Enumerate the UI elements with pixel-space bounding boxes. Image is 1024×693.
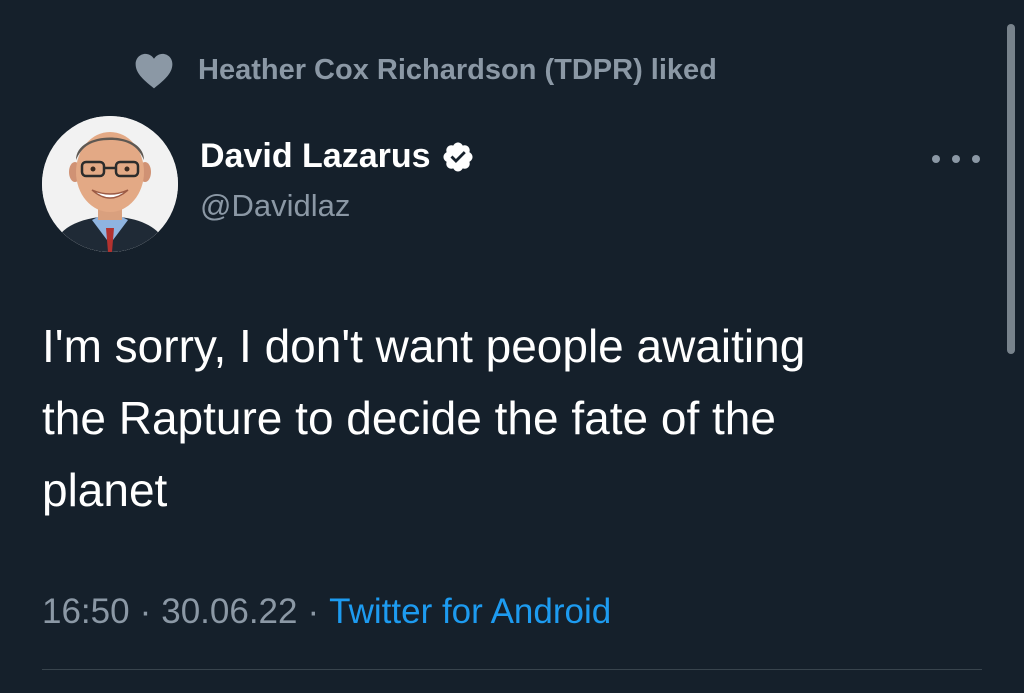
divider bbox=[42, 669, 982, 670]
tweet-client-link[interactable]: Twitter for Android bbox=[329, 592, 611, 632]
scrollbar[interactable] bbox=[1007, 24, 1015, 354]
display-name[interactable]: David Lazarus bbox=[200, 137, 431, 176]
tweet-meta: 16:50 · 30.06.22 · Twitter for Android bbox=[42, 592, 611, 632]
more-dot bbox=[932, 155, 940, 163]
author-name-row[interactable]: David Lazarus bbox=[200, 137, 475, 176]
meta-separator: · bbox=[139, 592, 152, 631]
heart-icon bbox=[132, 48, 176, 92]
more-dot bbox=[972, 155, 980, 163]
verified-badge-icon bbox=[441, 140, 475, 174]
more-dots-icon[interactable] bbox=[932, 142, 980, 176]
avatar[interactable] bbox=[42, 116, 178, 252]
tweet-text: I'm sorry, I don't want people awaiting … bbox=[42, 320, 806, 516]
social-context-label: Heather Cox Richardson (TDPR) liked bbox=[198, 53, 717, 86]
meta-separator: · bbox=[307, 592, 320, 631]
tweet-detail-screen: Heather Cox Richardson (TDPR) liked Davi… bbox=[0, 0, 1024, 693]
author-handle[interactable]: @Davidlaz bbox=[200, 188, 350, 224]
more-dot bbox=[952, 155, 960, 163]
tweet-time[interactable]: 16:50 bbox=[42, 592, 130, 632]
tweet-date[interactable]: 30.06.22 bbox=[161, 592, 297, 632]
social-context[interactable]: Heather Cox Richardson (TDPR) liked bbox=[132, 48, 717, 92]
